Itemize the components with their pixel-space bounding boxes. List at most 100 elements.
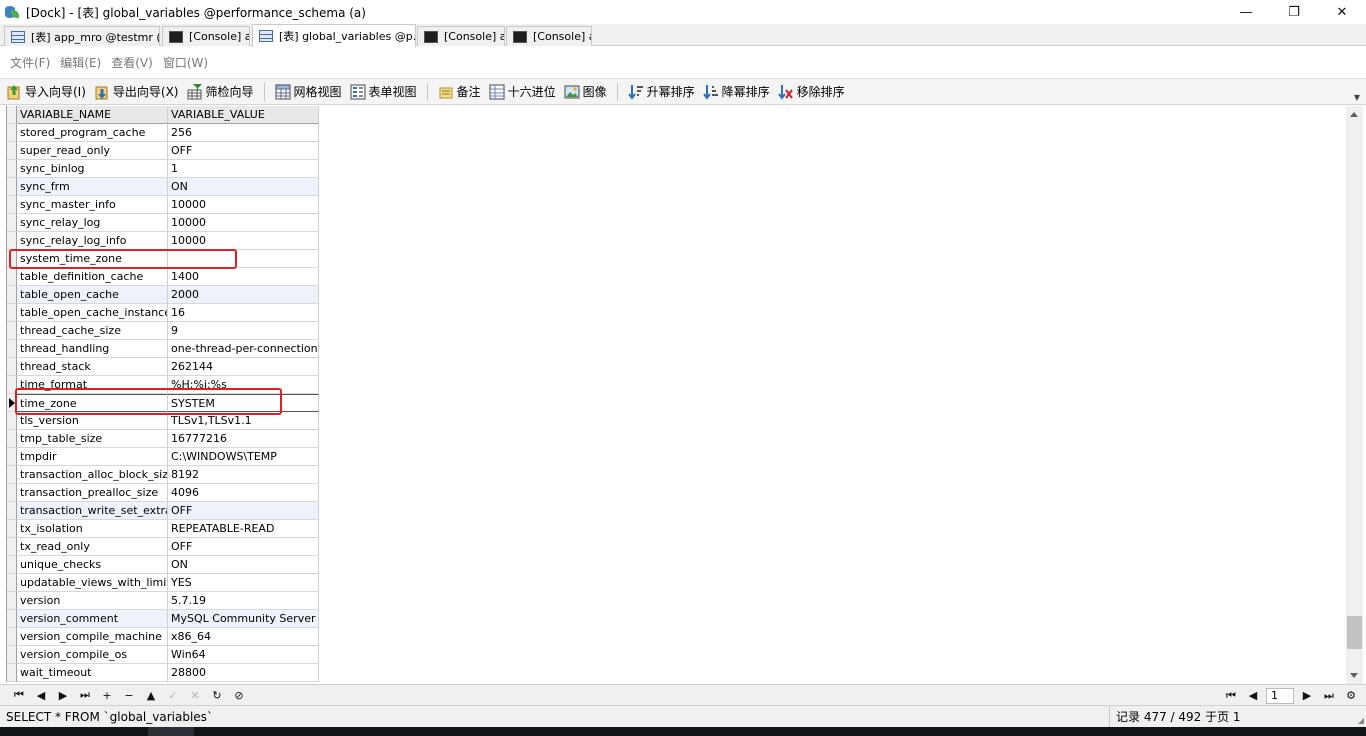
table-row[interactable]: sync_frm ON <box>7 178 319 196</box>
menu-window[interactable]: 窗口(W) <box>163 54 208 71</box>
menu-view[interactable]: 查看(V) <box>111 54 153 71</box>
table-row[interactable]: thread_cache_size 9 <box>7 322 319 340</box>
table-row[interactable]: thread_handling one-thread-per-connection <box>7 340 319 358</box>
sort-ascending-button[interactable]: 升幂排序 <box>627 83 695 100</box>
row-indicator[interactable] <box>7 556 17 574</box>
cell-variable-name[interactable]: sync_binlog <box>17 160 168 178</box>
cell-variable-name[interactable]: tx_isolation <box>17 520 168 538</box>
previous-page-button[interactable]: ◀ <box>1242 687 1264 705</box>
table-row[interactable]: version_commentMySQL Community Server (G… <box>7 610 319 628</box>
cell-variable-value[interactable]: 9 <box>168 322 319 340</box>
row-indicator[interactable] <box>7 448 17 466</box>
menu-edit[interactable]: 编辑(E) <box>60 54 101 71</box>
vertical-scrollbar[interactable] <box>1346 106 1363 684</box>
cell-variable-name[interactable]: stored_program_cache <box>17 124 168 142</box>
table-row[interactable]: transaction_prealloc_size 4096 <box>7 484 319 502</box>
cell-variable-name[interactable]: sync_frm <box>17 178 168 196</box>
scroll-down-icon[interactable] <box>1350 673 1358 678</box>
image-button[interactable]: 图像 <box>564 83 607 100</box>
form-view-button[interactable]: 表单视图 <box>350 83 417 100</box>
tab-console[interactable]: [Console] a <box>506 26 592 46</box>
page-number-input[interactable]: 1 <box>1266 687 1294 704</box>
first-record-button[interactable]: ⏮ <box>8 686 30 704</box>
remove-sort-button[interactable]: 移除排序 <box>777 83 845 100</box>
cell-variable-name[interactable]: transaction_alloc_block_size <box>17 466 168 484</box>
close-button[interactable]: ✕ <box>1318 0 1366 24</box>
add-record-button[interactable]: + <box>96 686 118 704</box>
table-row[interactable]: table_definition_cache 1400 <box>7 268 319 286</box>
cell-variable-name[interactable]: thread_stack <box>17 358 168 376</box>
restore-button[interactable]: ❐ <box>1270 0 1318 24</box>
row-indicator[interactable] <box>7 412 17 430</box>
table-row[interactable]: table_open_cache 2000 <box>7 286 319 304</box>
discard-changes-button[interactable]: ✕ <box>184 686 206 704</box>
cell-variable-value[interactable]: 16777216 <box>168 430 319 448</box>
menu-file[interactable]: 文件(F) <box>10 54 50 71</box>
filter-wizard-button[interactable]: 筛检向导 <box>187 83 254 100</box>
cell-variable-name[interactable]: thread_handling <box>17 340 168 358</box>
row-indicator[interactable] <box>7 286 17 304</box>
edit-up-button[interactable]: ▲ <box>140 686 162 704</box>
scrollbar-thumb[interactable] <box>1347 616 1362 649</box>
row-indicator[interactable] <box>7 160 17 178</box>
table-row[interactable]: wait_timeout 28800 <box>7 664 319 682</box>
cell-variable-name[interactable]: wait_timeout <box>17 664 168 682</box>
cell-variable-name[interactable]: sync_master_info <box>17 196 168 214</box>
row-indicator[interactable] <box>7 502 17 520</box>
row-indicator[interactable] <box>7 466 17 484</box>
table-row[interactable]: transaction_write_set_extractionOFF <box>7 502 319 520</box>
table-row[interactable]: tmp_table_size 16777216 <box>7 430 319 448</box>
row-indicator[interactable] <box>7 232 17 250</box>
tab-global-variables[interactable]: [表] global_variables @p... <box>252 24 416 47</box>
cell-variable-name[interactable]: version_compile_machine <box>17 628 168 646</box>
cell-variable-value[interactable]: 16 <box>168 304 319 322</box>
cell-variable-name[interactable]: version_comment <box>17 610 168 628</box>
table-row[interactable]: super_read_only OFF <box>7 142 319 160</box>
tab-console[interactable]: [Console] a <box>162 26 250 46</box>
column-header-variable-name[interactable]: VARIABLE_NAME <box>17 106 168 124</box>
cell-variable-value[interactable]: REPEATABLE-READ <box>168 520 319 538</box>
row-indicator[interactable] <box>7 196 17 214</box>
minimize-button[interactable]: — <box>1222 0 1270 24</box>
row-indicator[interactable] <box>7 538 17 556</box>
next-page-button[interactable]: ▶ <box>1296 687 1318 705</box>
cell-variable-value[interactable]: 28800 <box>168 664 319 682</box>
cell-variable-name[interactable]: thread_cache_size <box>17 322 168 340</box>
export-wizard-button[interactable]: 导出向导(X) <box>94 83 179 100</box>
cell-variable-value[interactable]: C:\WINDOWS\TEMP <box>168 448 319 466</box>
sort-descending-button[interactable]: 降幂排序 <box>702 83 770 100</box>
row-indicator[interactable] <box>7 358 17 376</box>
row-indicator[interactable] <box>7 574 17 592</box>
row-indicator[interactable] <box>7 304 17 322</box>
table-row[interactable]: sync_master_info 10000 <box>7 196 319 214</box>
cell-variable-value[interactable]: one-thread-per-connection <box>168 340 319 358</box>
cell-variable-name[interactable]: sync_relay_log <box>17 214 168 232</box>
row-indicator[interactable] <box>7 214 17 232</box>
row-indicator[interactable] <box>7 322 17 340</box>
row-indicator[interactable] <box>7 124 17 142</box>
cell-variable-value[interactable]: 10000 <box>168 232 319 250</box>
table-row[interactable]: version_compile_machine x86_64 <box>7 628 319 646</box>
table-row[interactable]: version 5.7.19 <box>7 592 319 610</box>
row-indicator[interactable] <box>7 430 17 448</box>
cell-variable-value[interactable]: YES <box>168 574 319 592</box>
table-row[interactable]: sync_relay_log 10000 <box>7 214 319 232</box>
cell-variable-name[interactable]: sync_relay_log_info <box>17 232 168 250</box>
cell-variable-value[interactable]: 1400 <box>168 268 319 286</box>
table-row[interactable]: table_open_cache_instances 16 <box>7 304 319 322</box>
row-indicator[interactable] <box>7 268 17 286</box>
table-row[interactable]: stored_program_cache 256 <box>7 124 319 142</box>
delete-record-button[interactable]: − <box>118 686 140 704</box>
cell-variable-name[interactable]: table_definition_cache <box>17 268 168 286</box>
cell-variable-value[interactable]: 262144 <box>168 358 319 376</box>
cell-variable-name[interactable]: transaction_write_set_extraction <box>17 502 168 520</box>
cell-variable-value[interactable]: 1 <box>168 160 319 178</box>
cell-variable-name[interactable]: super_read_only <box>17 142 168 160</box>
table-row[interactable]: sync_relay_log_info 10000 <box>7 232 319 250</box>
table-row[interactable]: version_compile_os Win64 <box>7 646 319 664</box>
table-row[interactable]: tx_read_only OFF <box>7 538 319 556</box>
hex-button[interactable]: 十六进位 <box>489 83 556 100</box>
next-record-button[interactable]: ▶ <box>52 686 74 704</box>
cell-variable-value[interactable]: OFF <box>168 538 319 556</box>
cell-variable-value[interactable]: 8192 <box>168 466 319 484</box>
